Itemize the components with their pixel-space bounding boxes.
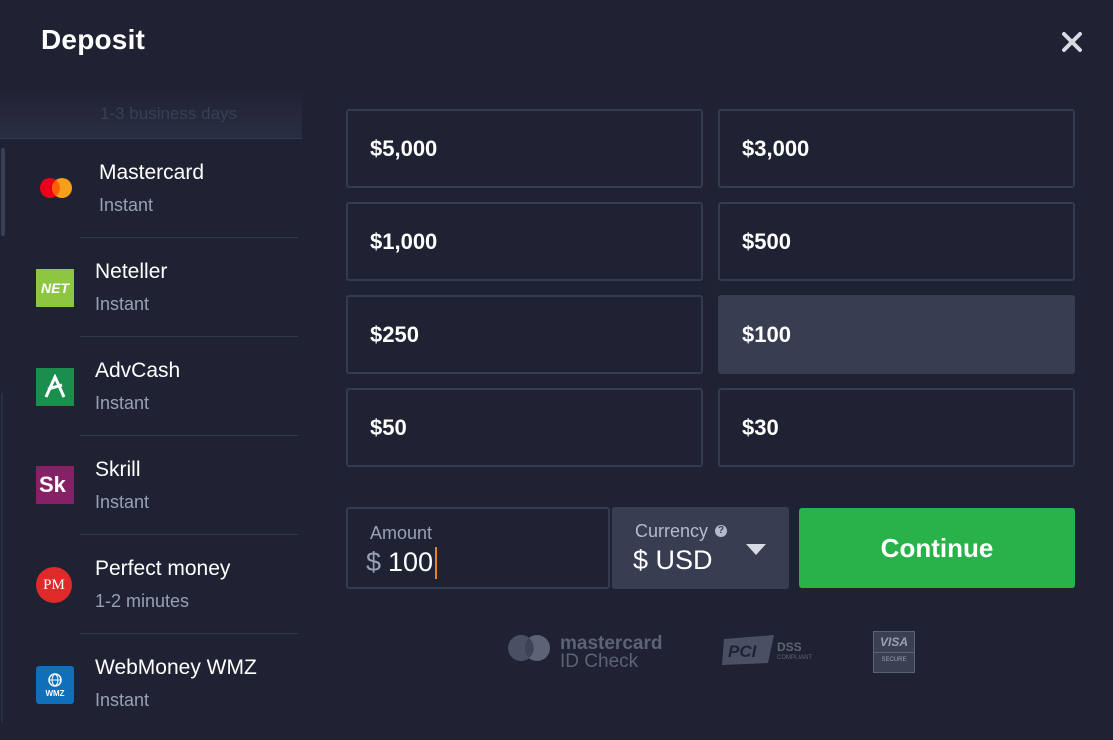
bank-transfer-speed: 1-3 business days [100, 104, 238, 123]
visa-secure-badge: VISA SECURE [873, 631, 915, 673]
method-speed: Instant [95, 690, 150, 710]
preset-label: $1,000 [370, 229, 438, 254]
method-speed: Instant [99, 195, 154, 215]
method-speed: Instant [95, 492, 150, 512]
preset-label: $50 [370, 415, 407, 440]
preset-label: $250 [370, 322, 419, 347]
currency-label: Currency [635, 521, 709, 541]
divider [874, 652, 914, 653]
mastercard-badge-icon [508, 635, 550, 661]
preset-100-button[interactable]: $100 [718, 295, 1075, 374]
preset-500-button[interactable]: $500 [718, 202, 1075, 281]
badge-subtext: COMPLIANT [777, 655, 813, 661]
method-name: AdvCash [95, 359, 181, 382]
method-neteller[interactable]: NET Neteller Instant [0, 238, 302, 337]
amount-value: 100 [388, 547, 434, 577]
modal-title: Deposit [41, 24, 146, 55]
preset-5000-button[interactable]: $5,000 [346, 109, 703, 188]
pci-dss-badge: PCI DSS COMPLIANT [722, 633, 812, 672]
method-name: Mastercard [99, 161, 205, 184]
amount-label: Amount [370, 523, 433, 543]
method-name: Neteller [95, 260, 168, 283]
preset-label: $3,000 [742, 136, 810, 161]
preset-label: $30 [742, 415, 779, 440]
amount-input[interactable]: Amount $ 100 [346, 507, 610, 589]
chevron-down-icon[interactable] [746, 543, 766, 561]
amount-currency-symbol: $ [366, 547, 382, 577]
method-mastercard[interactable]: Mastercard Instant [0, 139, 302, 238]
method-speed: Instant [95, 294, 150, 314]
method-speed: Instant [95, 393, 150, 413]
badge-text: DSS [777, 640, 802, 654]
badge-text: ID Check [560, 651, 639, 672]
badge-text: VISA [879, 635, 908, 649]
currency-value: $ USD [633, 545, 713, 575]
preset-label: $500 [742, 229, 791, 254]
method-skrill[interactable]: Sk Skrill Instant [0, 436, 302, 535]
preset-30-button[interactable]: $30 [718, 388, 1075, 467]
preset-3000-button[interactable]: $3,000 [718, 109, 1075, 188]
method-name: Skrill [95, 458, 141, 481]
svg-text:PCI: PCI [728, 642, 758, 661]
mastercard-logo-icon [36, 168, 76, 208]
badge-subtext: SECURE [881, 657, 907, 663]
deposit-modal: Deposit 1-3 business days Mastercard Ins… [0, 0, 1113, 740]
text-caret [435, 547, 437, 579]
close-icon[interactable] [1058, 28, 1086, 56]
pci-badge-icon: PCI [722, 635, 774, 665]
preset-label: $5,000 [370, 136, 438, 161]
method-perfect-money[interactable]: PM Perfect money 1-2 minutes [0, 535, 302, 634]
neteller-logo-icon: NET [36, 269, 74, 307]
continue-button[interactable]: Continue [799, 508, 1075, 588]
preset-1000-button[interactable]: $1,000 [346, 202, 703, 281]
perfect-money-logo-icon: PM [36, 567, 72, 603]
preset-250-button[interactable]: $250 [346, 295, 703, 374]
help-icon[interactable]: ? [715, 525, 727, 537]
method-advcash[interactable]: AdvCash Instant [0, 337, 302, 436]
skrill-logo-icon: Sk [36, 466, 74, 504]
preset-label: $100 [742, 322, 791, 347]
preset-50-button[interactable]: $50 [346, 388, 703, 467]
bank-transfer-item[interactable]: 1-3 business days [0, 88, 302, 139]
advcash-logo-icon [36, 368, 74, 406]
method-name: Perfect money [95, 557, 231, 580]
trust-badges: mastercard ID Check PCI DSS COMPLIANT VI… [0, 625, 1113, 685]
mastercard-id-check-badge: mastercard ID Check [506, 633, 662, 672]
method-speed: 1-2 minutes [95, 591, 190, 611]
